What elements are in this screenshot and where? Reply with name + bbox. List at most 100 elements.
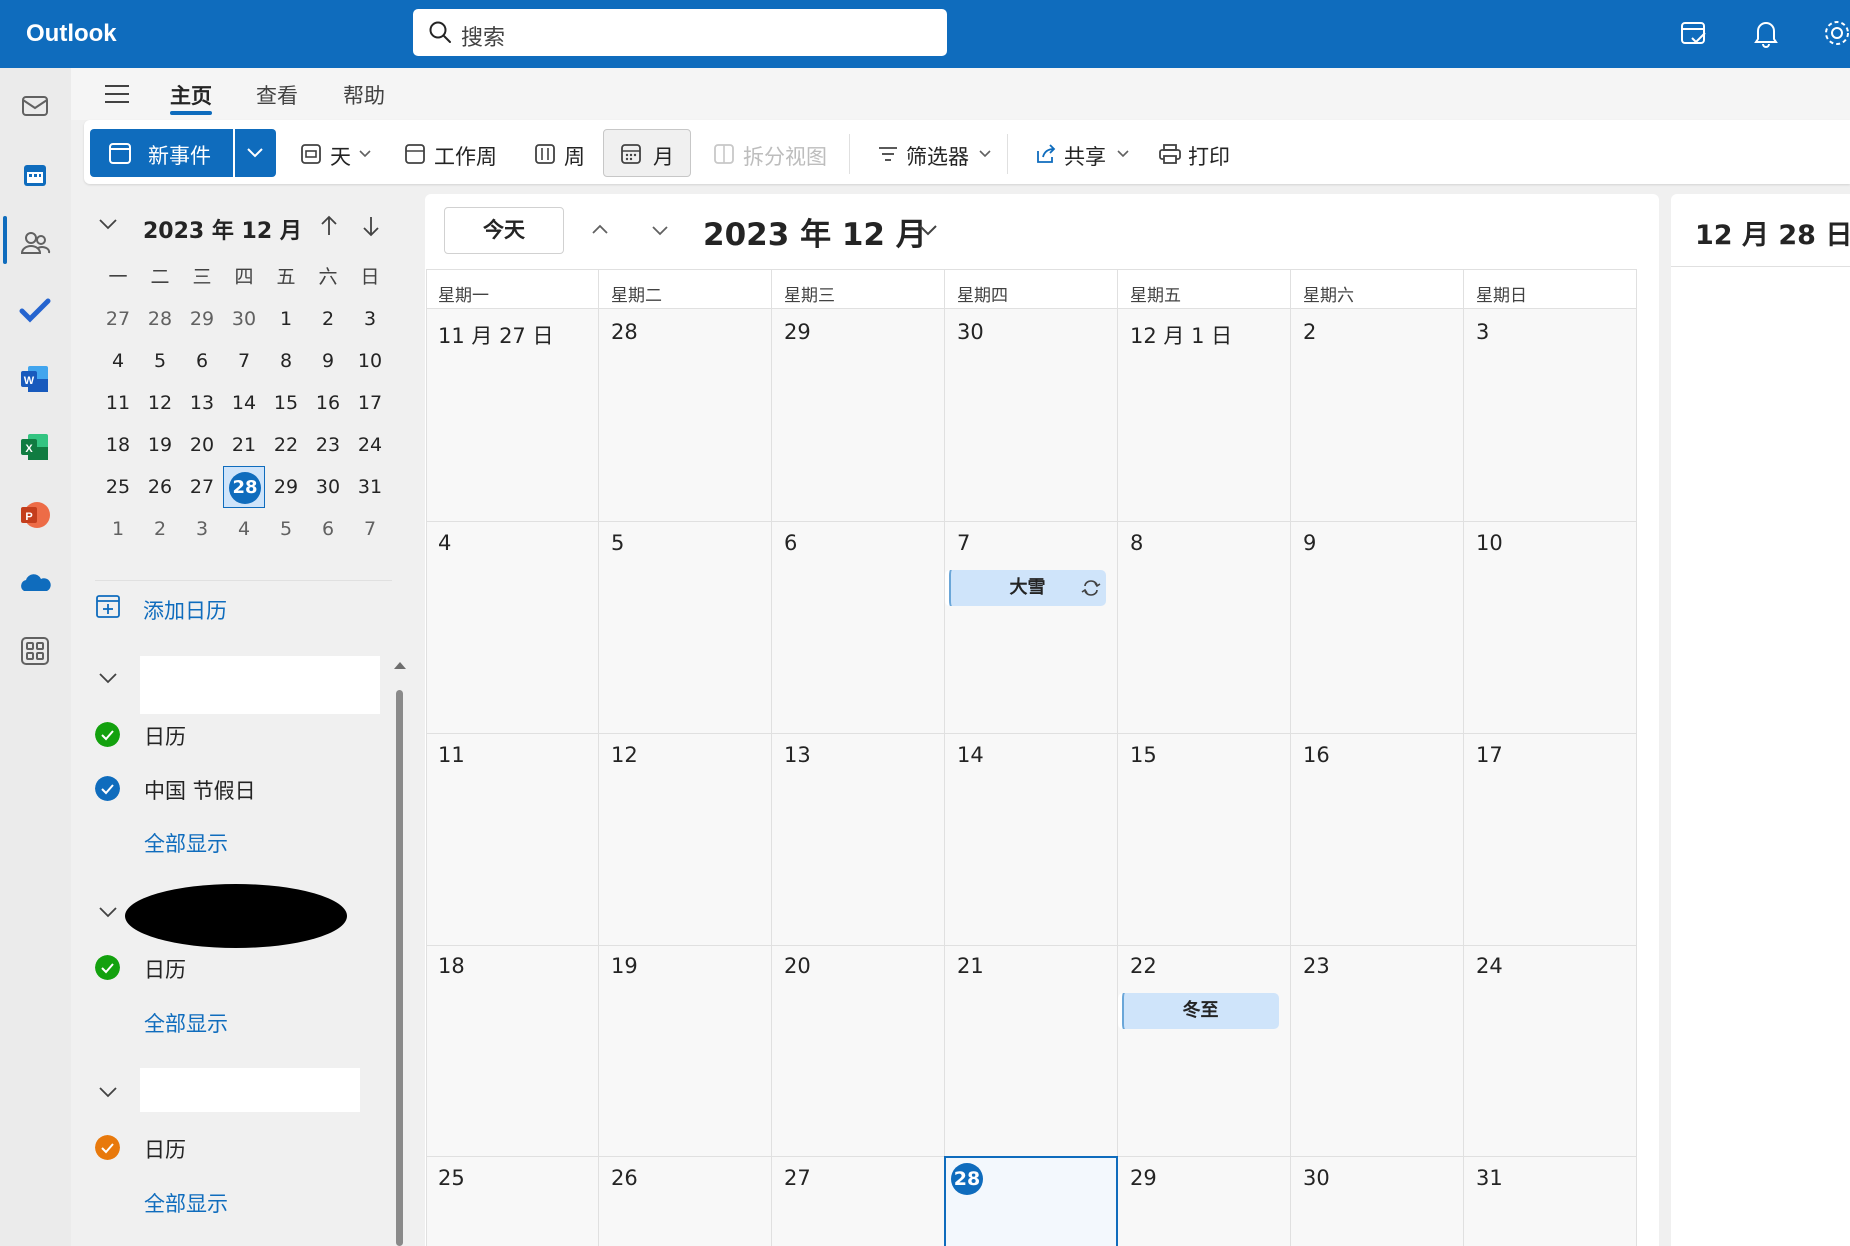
new-event-dropdown[interactable] <box>235 129 276 177</box>
mini-day[interactable]: 6 <box>307 508 349 550</box>
mini-day[interactable]: 3 <box>349 298 391 340</box>
chevron-down-icon[interactable] <box>650 220 670 240</box>
mini-day[interactable]: 4 <box>223 508 265 550</box>
filter-button[interactable]: 筛选器 <box>872 129 996 177</box>
mini-day[interactable]: 5 <box>265 508 307 550</box>
mail-icon[interactable] <box>18 89 52 123</box>
mini-day[interactable]: 19 <box>139 424 181 466</box>
app-title[interactable]: Outlook <box>26 20 117 48</box>
mini-day[interactable]: 25 <box>97 466 139 508</box>
calendar-event[interactable]: 大雪 <box>945 570 1106 606</box>
mini-day[interactable]: 24 <box>349 424 391 466</box>
day-view-button[interactable]: 天 <box>296 129 376 177</box>
day-number: 29 <box>1130 1166 1157 1190</box>
todo-icon[interactable] <box>18 294 52 328</box>
mini-day[interactable]: 3 <box>181 508 223 550</box>
month-view-button[interactable]: 月 <box>603 129 691 177</box>
day-number: 8 <box>1130 531 1144 555</box>
mini-day[interactable]: 4 <box>97 340 139 382</box>
mini-day[interactable]: 6 <box>181 340 223 382</box>
mini-day[interactable]: 18 <box>97 424 139 466</box>
tab-view[interactable]: 查看 <box>256 80 298 110</box>
mini-day[interactable]: 1 <box>97 508 139 550</box>
calendar-item-label: 日历 <box>144 725 186 749</box>
scroll-up-arrow[interactable] <box>394 662 406 669</box>
hamburger-menu-icon[interactable] <box>103 82 131 106</box>
show-all-link[interactable]: 全部显示 <box>144 828 228 858</box>
mini-day[interactable]: 9 <box>307 340 349 382</box>
chevron-down-icon <box>359 150 371 158</box>
show-all-link[interactable]: 全部显示 <box>144 1188 228 1218</box>
event-title: 大雪 <box>1009 577 1046 598</box>
mini-day[interactable]: 10 <box>349 340 391 382</box>
mini-day[interactable]: 21 <box>223 424 265 466</box>
print-button[interactable]: 打印 <box>1154 129 1240 177</box>
split-view-button[interactable]: 拆分视图 <box>709 129 829 177</box>
bell-icon[interactable] <box>1749 16 1783 50</box>
show-all-link[interactable]: 全部显示 <box>144 1008 228 1038</box>
mini-day[interactable]: 7 <box>223 340 265 382</box>
mini-day[interactable]: 1 <box>265 298 307 340</box>
mini-day[interactable]: 12 <box>139 382 181 424</box>
mini-day[interactable]: 26 <box>139 466 181 508</box>
mini-day-selected[interactable]: 28 <box>223 466 265 508</box>
mini-day[interactable]: 15 <box>265 382 307 424</box>
chevron-up-icon[interactable] <box>590 220 610 240</box>
month-grid[interactable] <box>426 309 1637 1246</box>
powerpoint-icon[interactable]: P <box>18 498 52 532</box>
tab-home[interactable]: 主页 <box>170 80 212 110</box>
chevron-down-icon[interactable] <box>917 221 939 239</box>
collapse-mini-calendar-icon[interactable] <box>96 214 120 236</box>
day-number: 30 <box>1303 1166 1330 1190</box>
mini-day[interactable]: 30 <box>223 298 265 340</box>
mini-day[interactable]: 16 <box>307 382 349 424</box>
search-box[interactable]: 搜索 <box>413 9 947 56</box>
add-calendar-button[interactable]: 添加日历 <box>95 593 227 623</box>
new-event-button[interactable]: 新事件 <box>90 129 233 177</box>
chevron-down-icon <box>247 148 263 158</box>
chevron-down-icon[interactable] <box>96 668 120 690</box>
word-icon[interactable]: W <box>18 362 52 396</box>
sidebar-scrollbar[interactable] <box>396 690 403 1246</box>
tab-help[interactable]: 帮助 <box>343 80 385 110</box>
mini-day[interactable]: 17 <box>349 382 391 424</box>
calendar-event[interactable]: 冬至 <box>1118 993 1279 1029</box>
mini-day[interactable]: 8 <box>265 340 307 382</box>
weekday-label: 星期六 <box>1303 286 1354 306</box>
my-day-icon[interactable] <box>1677 16 1711 50</box>
excel-icon[interactable]: X <box>18 430 52 464</box>
mini-day[interactable]: 7 <box>349 508 391 550</box>
mini-day[interactable]: 30 <box>307 466 349 508</box>
mini-day[interactable]: 20 <box>181 424 223 466</box>
mini-day[interactable]: 29 <box>181 298 223 340</box>
mini-day[interactable]: 11 <box>97 382 139 424</box>
mini-day[interactable]: 5 <box>139 340 181 382</box>
mini-day[interactable]: 31 <box>349 466 391 508</box>
mini-day[interactable]: 2 <box>139 508 181 550</box>
mini-day[interactable]: 28 <box>139 298 181 340</box>
people-icon[interactable] <box>18 226 52 260</box>
chevron-down-icon[interactable] <box>96 1082 120 1104</box>
mini-day[interactable]: 27 <box>181 466 223 508</box>
arrow-up-icon[interactable] <box>318 214 340 238</box>
chevron-down-icon[interactable] <box>96 902 120 924</box>
mini-day[interactable]: 22 <box>265 424 307 466</box>
share-button[interactable]: 共享 <box>1030 129 1136 177</box>
grid-line <box>1636 269 1637 1246</box>
week-view-button[interactable]: 周 <box>530 129 596 177</box>
work-week-view-button[interactable]: 工作周 <box>400 129 506 177</box>
mini-day[interactable]: 27 <box>97 298 139 340</box>
onedrive-icon[interactable] <box>18 566 52 600</box>
month-title[interactable]: 2023 年 12 月 <box>703 209 927 254</box>
mini-day[interactable]: 13 <box>181 382 223 424</box>
search-placeholder: 搜索 <box>461 26 506 51</box>
calendar-icon[interactable] <box>18 158 52 192</box>
more-apps-icon[interactable] <box>18 634 52 668</box>
today-button[interactable]: 今天 <box>444 207 564 254</box>
gear-icon[interactable] <box>1820 16 1850 50</box>
mini-day[interactable]: 14 <box>223 382 265 424</box>
mini-day[interactable]: 23 <box>307 424 349 466</box>
mini-day[interactable]: 29 <box>265 466 307 508</box>
mini-day[interactable]: 2 <box>307 298 349 340</box>
arrow-down-icon[interactable] <box>360 214 382 238</box>
